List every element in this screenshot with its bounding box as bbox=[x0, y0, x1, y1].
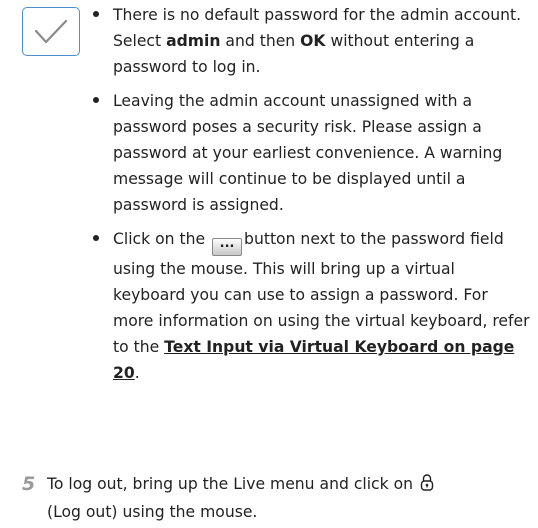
ok-term: OK bbox=[300, 32, 326, 50]
logout-lock-icon bbox=[420, 473, 434, 499]
step-text-part: To log out, bring up the Live menu and c… bbox=[47, 475, 418, 493]
virtual-keyboard-link[interactable]: Text Input via Virtual Keyboard on page … bbox=[113, 338, 514, 382]
note-bullet-item: There is no default password for the adm… bbox=[92, 2, 532, 80]
bullet-text: . bbox=[134, 364, 140, 382]
step-text-part: (Log out) using the mouse. bbox=[47, 503, 258, 521]
bullet-text: and then bbox=[220, 32, 301, 50]
bullet-text: Leaving the admin account unassigned wit… bbox=[113, 92, 503, 214]
step-number: 5 bbox=[22, 473, 36, 495]
checkmark-icon bbox=[22, 7, 80, 56]
note-bullet-list: There is no default password for the adm… bbox=[92, 2, 532, 394]
bullet-text: Click on the bbox=[113, 230, 211, 248]
step-text: To log out, bring up the Live menu and c… bbox=[47, 471, 532, 525]
admin-term: admin bbox=[166, 32, 221, 50]
note-bullet-item: Click on the ... button next to the passw… bbox=[92, 226, 532, 386]
note-bullet-item: Leaving the admin account unassigned wit… bbox=[92, 88, 532, 218]
ellipsis-button-icon: ... bbox=[212, 237, 243, 256]
